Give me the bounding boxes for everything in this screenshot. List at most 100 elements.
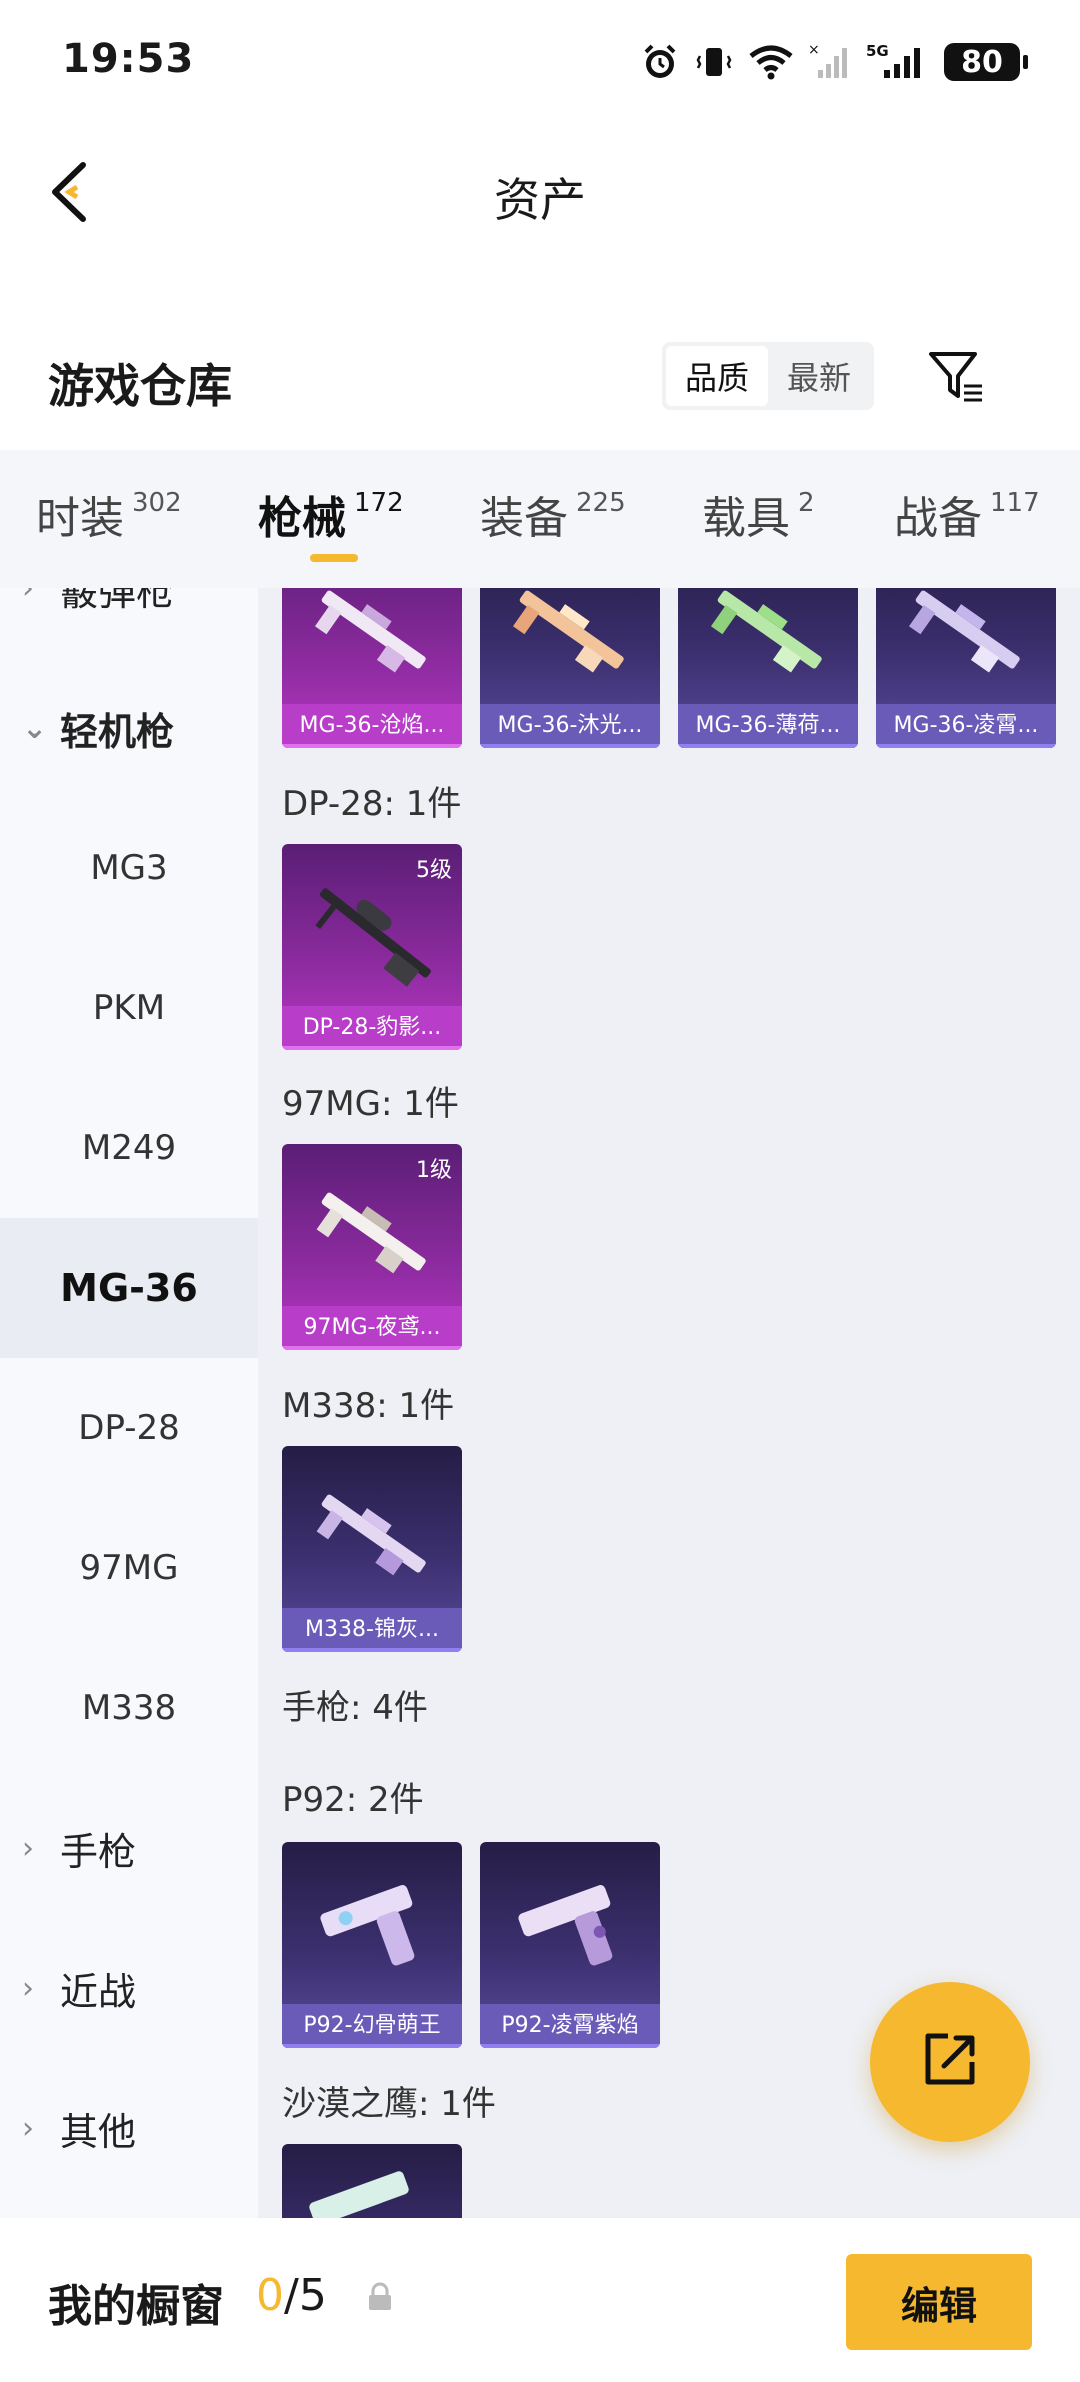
item-grid: MG-36-沧焰... MG-36-沐光... MG-36-薄荷... MG-3… — [258, 588, 1080, 2218]
rarity-stripe — [678, 744, 858, 748]
sidebar-group-other[interactable]: › 其他 — [0, 2058, 258, 2198]
tab-fashion[interactable]: 时装 302 — [36, 482, 182, 546]
showcase-count-current: 0 — [256, 2270, 284, 2321]
signal-5g-icon: 5G — [866, 42, 930, 82]
item-card[interactable]: MG-36-薄荷... — [678, 588, 858, 748]
showcase-bar: 我的橱窗 0/5 编辑 — [0, 2218, 1080, 2382]
share-export-icon — [918, 2028, 982, 2096]
sidebar-item-m249[interactable]: M249 — [0, 1078, 258, 1218]
rarity-stripe — [282, 1346, 462, 1350]
rifle-skin-icon — [678, 588, 858, 702]
chevron-down-icon: ⌄ — [22, 710, 48, 746]
item-card[interactable]: MG-36-沐光... — [480, 588, 660, 748]
rifle-skin-icon — [876, 588, 1056, 702]
tab-active-indicator — [310, 554, 358, 562]
group-label-dp28: DP-28: 1件 — [282, 784, 462, 824]
sidebar-group-pistol[interactable]: › 手枪 — [0, 1778, 258, 1918]
item-card[interactable]: M338-锦灰... — [282, 1446, 462, 1652]
tab-label: 载具 — [702, 493, 790, 544]
rifle-skin-icon — [282, 1144, 462, 1304]
pistol-skin-icon — [282, 1842, 462, 2002]
sort-option-quality[interactable]: 品质 — [666, 346, 768, 406]
item-card[interactable]: P92-凌霄紫焰 — [480, 1842, 660, 2048]
item-name: 97MG-夜鸢... — [282, 1306, 462, 1350]
rarity-stripe — [480, 744, 660, 748]
group-label-desert-eagle: 沙漠之鹰: 1件 — [282, 2084, 496, 2124]
sidebar-group-label: 其他 — [60, 2109, 137, 2154]
sidebar-group-label: 轻机枪 — [60, 709, 175, 754]
group-label-p92: P92: 2件 — [282, 1780, 424, 1820]
chevron-right-icon: › — [22, 1970, 34, 2006]
filter-button[interactable] — [922, 344, 990, 412]
sidebar-item-97mg[interactable]: 97MG — [0, 1498, 258, 1638]
section-header: 游戏仓库 品质 最新 — [0, 320, 1080, 440]
rarity-stripe — [282, 1046, 462, 1050]
tab-count: 225 — [576, 488, 626, 518]
tab-equipment[interactable]: 装备 225 — [480, 482, 626, 546]
signal-empty-icon: × — [808, 42, 852, 82]
pistol-skin-icon — [480, 1842, 660, 2002]
sidebar-item-dp28[interactable]: DP-28 — [0, 1358, 258, 1498]
tab-count: 2 — [798, 488, 815, 518]
tab-vehicles[interactable]: 载具 2 — [702, 482, 815, 546]
rifle-skin-icon — [282, 588, 462, 702]
sidebar-item-pkm[interactable]: PKM — [0, 938, 258, 1078]
showcase-count: 0/5 — [256, 2270, 327, 2321]
category-tabs: 时装 302 枪械 172 装备 225 载具 2 战备 117 — [0, 450, 1080, 588]
weapon-sidebar: › 霰弹枪 ⌄ 轻机枪 MG3 PKM M249 MG-36 DP-28 97MG … — [0, 588, 258, 2218]
page-title: 资产 — [494, 173, 586, 227]
tab-supplies[interactable]: 战备 117 — [894, 482, 1040, 546]
vibrate-icon — [694, 42, 734, 82]
sidebar-group-lmg[interactable]: ⌄ 轻机枪 — [0, 658, 258, 798]
item-name: M338-锦灰... — [282, 1608, 462, 1652]
showcase-count-total: /5 — [284, 2270, 327, 2321]
showcase-label: 我的橱窗 — [48, 2281, 224, 2332]
group-label-pistols: 手枪: 4件 — [282, 1688, 428, 1728]
item-name: P92-凌霄紫焰 — [480, 2004, 660, 2048]
alarm-icon — [640, 42, 680, 82]
status-icons: × 5G 80 — [640, 38, 1028, 86]
tab-label: 装备 — [480, 493, 568, 544]
lock-icon — [366, 2282, 394, 2316]
item-card[interactable]: MG-36-沧焰... — [282, 588, 462, 748]
item-name: P92-幻骨萌王 — [282, 2004, 462, 2048]
rarity-stripe — [282, 2044, 462, 2048]
sort-toggle: 品质 最新 — [662, 342, 874, 410]
item-name: DP-28-豹影... — [282, 1006, 462, 1050]
item-card[interactable]: MG-36-凌霄... — [876, 588, 1056, 748]
sidebar-item-mg3[interactable]: MG3 — [0, 798, 258, 938]
sidebar-group-label: 手枪 — [60, 1829, 137, 1874]
tab-label: 战备 — [894, 493, 982, 544]
rarity-stripe — [876, 744, 1056, 748]
item-name: MG-36-沧焰... — [282, 704, 462, 748]
sidebar-group-label: 霰弹枪 — [60, 588, 175, 614]
svg-text:5G: 5G — [866, 42, 889, 60]
edit-button[interactable]: 编辑 — [846, 2254, 1032, 2350]
item-card[interactable]: 5级 DP-28-豹影... — [282, 844, 462, 1050]
item-card[interactable] — [282, 2144, 462, 2218]
sidebar-group-melee[interactable]: › 近战 — [0, 1918, 258, 2058]
section-title: 游戏仓库 — [48, 359, 232, 413]
item-name: MG-36-薄荷... — [678, 704, 858, 748]
item-name: MG-36-凌霄... — [876, 704, 1056, 748]
item-name: MG-36-沐光... — [480, 704, 660, 748]
rarity-stripe — [282, 1648, 462, 1652]
filter-icon — [926, 346, 986, 410]
share-fab[interactable] — [870, 1982, 1030, 2142]
item-card[interactable]: P92-幻骨萌王 — [282, 1842, 462, 2048]
battery-indicator: 80 — [944, 43, 1028, 81]
rarity-stripe — [282, 744, 462, 748]
sidebar-item-m338[interactable]: M338 — [0, 1638, 258, 1778]
sidebar-group-shotgun[interactable]: › 霰弹枪 — [0, 588, 258, 658]
nav-bar: 资产 — [0, 124, 1080, 264]
tab-count: 172 — [354, 488, 404, 518]
status-bar: 19:53 × 5G 80 — [0, 0, 1080, 124]
screen: 19:53 × 5G 80 资产 游戏仓库 品质 最新 时装 302 枪械 17… — [0, 0, 1080, 2382]
sidebar-item-mg36[interactable]: MG-36 — [0, 1218, 258, 1358]
rifle-skin-icon — [282, 1446, 462, 1606]
wifi-icon — [748, 42, 794, 82]
sort-option-newest[interactable]: 最新 — [768, 346, 870, 406]
rifle-skin-icon — [480, 588, 660, 702]
tab-firearms[interactable]: 枪械 172 — [258, 482, 404, 546]
item-card[interactable]: 1级 97MG-夜鸢... — [282, 1144, 462, 1350]
